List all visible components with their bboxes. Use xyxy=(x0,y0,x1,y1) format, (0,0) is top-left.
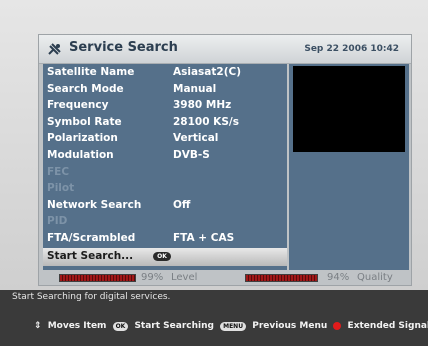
service-search-panel: Service Search Sep 22 2006 10:42 Satelli… xyxy=(38,34,412,286)
row-label: Pilot xyxy=(47,182,75,195)
row-pid: PID xyxy=(43,213,287,230)
help-move-label: Moves Item xyxy=(47,321,107,331)
help-menu-label: Previous Menu xyxy=(252,321,328,331)
satellite-icon xyxy=(48,43,61,55)
row-label: Satellite Name xyxy=(47,66,135,78)
signal-quality-bar xyxy=(245,274,319,282)
video-preview xyxy=(293,66,405,152)
clock-datetime: Sep 22 2006 10:42 xyxy=(304,44,399,54)
signal-level-percent: 99% xyxy=(141,272,164,283)
row-value: 3980 MHz xyxy=(173,99,232,112)
help-ok-label: Start Searching xyxy=(134,321,214,331)
row-label: PID xyxy=(47,215,68,228)
help-bar: ⇕ Moves Item OK Start Searching MENU Pre… xyxy=(34,321,428,333)
panel-header: Service Search Sep 22 2006 10:42 xyxy=(39,35,411,64)
row-value: 28100 KS/s xyxy=(173,115,239,128)
row-label: Symbol Rate xyxy=(47,115,122,128)
row-value: Asiasat2(C) xyxy=(173,66,242,78)
ok-key-badge: OK xyxy=(153,252,171,261)
row-label: Frequency xyxy=(47,99,109,112)
row-search-mode[interactable]: Search Mode Manual xyxy=(43,81,287,98)
red-button-icon xyxy=(333,322,342,330)
row-label: Search Mode xyxy=(47,82,124,95)
preview-area xyxy=(287,64,409,270)
start-search-button[interactable]: Start Search... OK xyxy=(43,248,287,266)
row-pilot: Pilot xyxy=(43,180,287,197)
row-label: FTA/Scrambled xyxy=(47,232,136,244)
row-value: Vertical xyxy=(173,132,219,145)
row-value: FTA + CAS xyxy=(173,232,235,244)
row-value: DVB-S xyxy=(173,149,210,161)
ok-key-icon: OK xyxy=(112,321,129,331)
row-label: Polarization xyxy=(47,132,118,145)
up-down-arrow-icon: ⇕ xyxy=(34,321,42,331)
row-fec: FEC xyxy=(43,164,287,181)
start-search-label: Start Search... xyxy=(47,250,134,262)
row-fta-scrambled[interactable]: FTA/Scrambled FTA + CAS xyxy=(43,230,287,247)
help-red-label: Extended Signal xyxy=(347,321,428,331)
signal-quality-percent: 94% xyxy=(327,272,350,283)
row-modulation[interactable]: Modulation DVB-S xyxy=(43,147,287,164)
row-symbol-rate[interactable]: Symbol Rate 28100 KS/s xyxy=(43,114,287,131)
page-title: Service Search xyxy=(69,40,178,55)
signal-level-label: Level xyxy=(171,272,198,283)
row-label: FEC xyxy=(47,165,70,178)
signal-indicators: 99% Level 94% Quality xyxy=(39,271,411,285)
settings-list: Satellite Name Asiasat2(C) Search Mode M… xyxy=(43,64,287,270)
row-value: Manual xyxy=(173,82,217,95)
row-polarization[interactable]: Polarization Vertical xyxy=(43,130,287,147)
menu-key-icon: MENU xyxy=(220,321,247,331)
row-satellite-name[interactable]: Satellite Name Asiasat2(C) xyxy=(43,64,287,81)
footer-bar: Start Searching for digital services. ⇕ … xyxy=(0,290,428,346)
status-message: Start Searching for digital services. xyxy=(12,292,171,302)
row-label: Modulation xyxy=(47,149,114,161)
row-network-search[interactable]: Network Search Off xyxy=(43,197,287,214)
row-label: Network Search xyxy=(47,198,142,211)
row-value: Off xyxy=(173,198,191,211)
signal-level-bar xyxy=(59,274,137,282)
signal-quality-label: Quality xyxy=(357,272,393,283)
row-frequency[interactable]: Frequency 3980 MHz xyxy=(43,97,287,114)
